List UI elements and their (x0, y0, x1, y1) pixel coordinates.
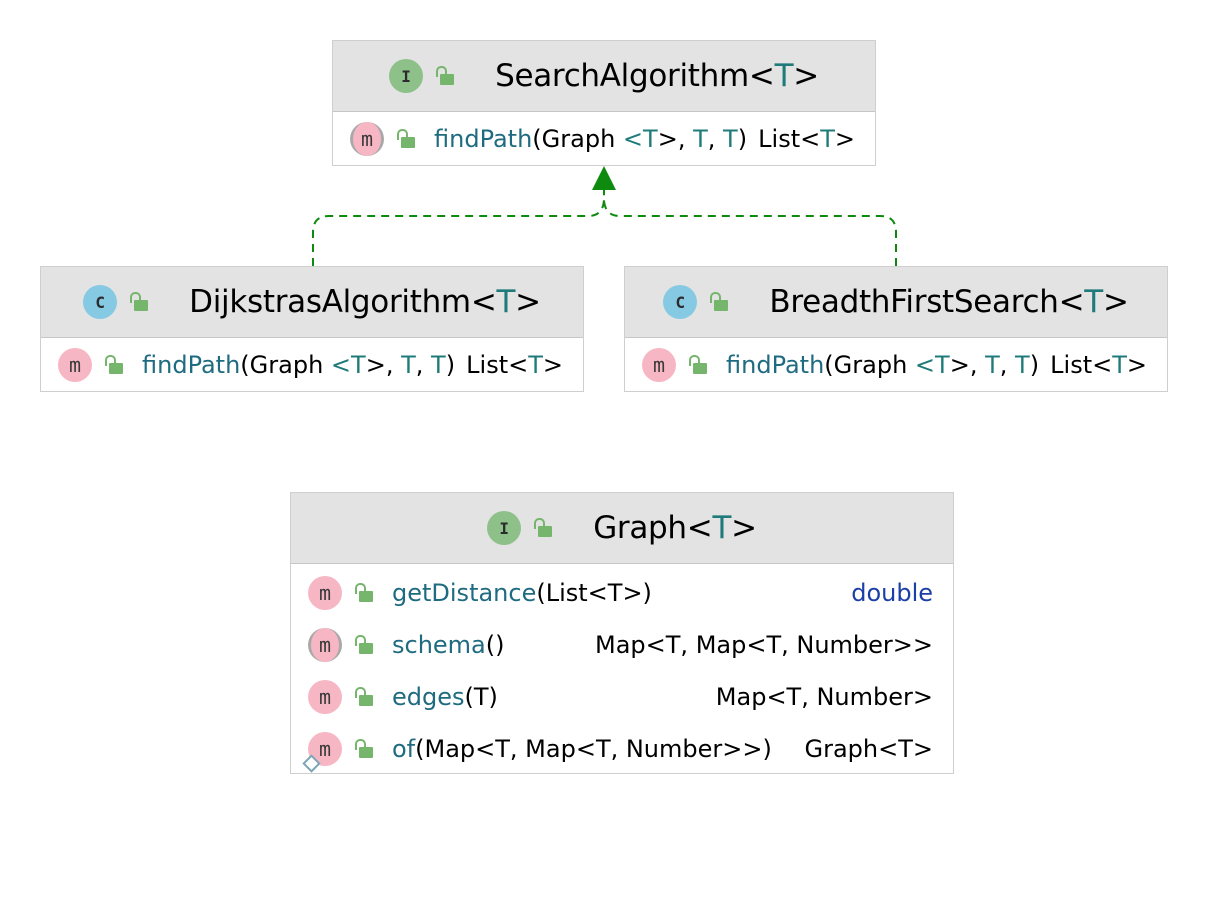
static-method-icon: m (302, 732, 342, 773)
search-algorithm-header[interactable]: I SearchAlgorithm<T> (333, 41, 875, 112)
method-return-type: List<T> (1050, 351, 1147, 379)
public-lock-icon (707, 291, 729, 313)
search-algorithm-box[interactable]: I SearchAlgorithm<T> m findPath(Graph <T… (332, 40, 876, 166)
method-return-type: List<T> (758, 125, 855, 153)
public-lock-icon (352, 634, 374, 656)
method-row-findpath[interactable]: m findPath(Graph <T>, T, T) List<T> (41, 338, 583, 392)
method-row-edges[interactable]: m edges(T) Map<T, Number> (291, 671, 953, 723)
breadth-first-search-box[interactable]: C BreadthFirstSearch<T> m findPath(Graph… (624, 266, 1168, 392)
public-lock-icon (352, 582, 374, 604)
method-return-type: double (851, 579, 933, 607)
dijkstras-algorithm-title: DijkstrasAlgorithm<T> (189, 284, 541, 320)
method-signature: getDistance(List<T>) (392, 579, 652, 607)
method-row-findpath[interactable]: m findPath(Graph <T>, T, T) List<T> (333, 112, 875, 166)
method-icon: m (58, 348, 92, 382)
method-row-getdistance[interactable]: m getDistance(List<T>) double (291, 567, 953, 619)
bfs-realization-line (603, 188, 897, 266)
method-signature: of(Map<T, Map<T, Number>>) (392, 735, 772, 763)
breadth-first-search-header[interactable]: C BreadthFirstSearch<T> (625, 267, 1167, 338)
public-lock-icon (394, 128, 416, 150)
method-return-type: Map<T, Map<T, Number>> (595, 631, 933, 659)
public-lock-icon (127, 291, 149, 313)
interface-icon: I (487, 511, 522, 545)
graph-box[interactable]: I Graph<T> m getDistance(List<T>) double… (290, 492, 954, 774)
class-icon: C (663, 285, 698, 319)
search-algorithm-title: SearchAlgorithm<T> (495, 58, 819, 94)
breadth-first-search-title: BreadthFirstSearch<T> (769, 284, 1129, 320)
public-lock-icon (352, 686, 374, 708)
dijkstras-realization-line (312, 188, 605, 266)
public-lock-icon (102, 354, 124, 376)
method-return-type: List<T> (466, 351, 563, 379)
method-row-findpath[interactable]: m findPath(Graph <T>, T, T) List<T> (625, 338, 1167, 392)
realization-arrowhead (592, 166, 616, 190)
method-icon: m (308, 576, 342, 610)
method-signature: findPath(Graph <T>, T, T) (434, 125, 748, 153)
method-signature: findPath(Graph <T>, T, T) (142, 351, 456, 379)
method-signature: findPath(Graph <T>, T, T) (726, 351, 1040, 379)
graph-header[interactable]: I Graph<T> (291, 493, 953, 564)
graph-title: Graph<T> (593, 510, 757, 546)
abstract-method-icon: m (308, 628, 342, 662)
method-icon: m (642, 348, 676, 382)
public-lock-icon (686, 354, 708, 376)
method-row-schema[interactable]: m schema() Map<T, Map<T, Number>> (291, 619, 953, 671)
dijkstras-algorithm-box[interactable]: C DijkstrasAlgorithm<T> m findPath(Graph… (40, 266, 584, 392)
static-marker-icon (302, 754, 321, 773)
abstract-method-icon: m (350, 122, 384, 156)
public-lock-icon (531, 517, 553, 539)
method-signature: schema() (392, 631, 505, 659)
method-row-of[interactable]: m of(Map<T, Map<T, Number>>) Graph<T> (291, 723, 953, 775)
public-lock-icon (352, 738, 374, 760)
class-icon: C (83, 285, 118, 319)
interface-icon: I (389, 59, 424, 93)
method-icon: m (308, 680, 342, 714)
method-signature: edges(T) (392, 683, 498, 711)
method-return-type: Graph<T> (804, 735, 934, 763)
public-lock-icon (433, 65, 455, 87)
method-return-type: Map<T, Number> (715, 683, 933, 711)
dijkstras-algorithm-header[interactable]: C DijkstrasAlgorithm<T> (41, 267, 583, 338)
